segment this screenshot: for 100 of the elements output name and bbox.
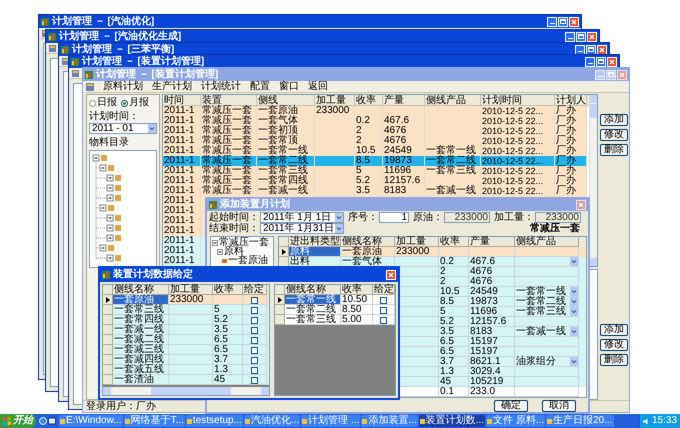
dropdown[interactable]: 一套常三线 (515, 307, 578, 316)
menu-item[interactable]: 窗口 (279, 82, 299, 92)
radio-button[interactable] (121, 100, 128, 106)
taskbar-button[interactable]: 汽油优化... (244, 415, 300, 427)
dropdown[interactable]: 一套减一线 (515, 327, 578, 336)
checkbox[interactable] (251, 306, 258, 314)
table-cell: 一套原油 (113, 295, 169, 305)
app-icon (302, 418, 308, 424)
dropdown-arrow-icon (148, 124, 156, 133)
table-row[interactable]: 一套减四线 3.7 (103, 355, 269, 365)
radio-button[interactable] (89, 100, 96, 106)
dropdown[interactable]: 一套常一线 (515, 287, 578, 296)
menu-item[interactable]: 返回 (308, 82, 328, 92)
checkbox[interactable] (251, 336, 258, 344)
checkbox[interactable] (251, 326, 258, 334)
table-row[interactable]: 一套渣油 45 (103, 375, 269, 385)
taskbar-button[interactable]: 装置计划数... (418, 415, 485, 427)
checkbox[interactable] (380, 296, 387, 304)
expand-icon[interactable] (217, 248, 223, 254)
button[interactable]: 添加 (600, 114, 628, 126)
tree-item[interactable]: 原料 (224, 247, 244, 256)
date-picker[interactable]: 2011年 1月31日 (260, 223, 344, 234)
table-row[interactable]: 2011-1 常减压一套 一套常一线 10.5 24549 一套常一线 2010-12-5 22... 厂办 (163, 146, 589, 156)
table-row[interactable]: 出料 一套气体 0.2 467.6 (279, 257, 586, 267)
table-row[interactable]: 一套减五线 1.3 (103, 365, 269, 375)
table-row[interactable]: 2011-1 常减压一套 一套常顶 2 4676 2010-12-5 22... 厂办 (163, 136, 589, 146)
table-row[interactable]: 一套常二线 8.50 (275, 305, 395, 315)
button[interactable]: 修改 (600, 339, 628, 351)
button[interactable]: 删除 (600, 144, 628, 156)
window-icon[interactable] (48, 417, 56, 425)
unit-heading: 常减压一套 (530, 224, 580, 234)
button[interactable]: 确定 (494, 400, 528, 412)
checkbox[interactable] (251, 346, 258, 354)
table-row[interactable]: 2011-1 常减压一套 一套常三线 5 11696 一套常三线 2010-12-5 22... 厂办 (163, 166, 589, 176)
taskbar-button[interactable]: 文件 原料... (486, 415, 546, 427)
app-icon (61, 46, 69, 54)
window-title: 计划管理 － [汽油优化] (52, 16, 154, 26)
dropdown[interactable]: 一套常二线 (515, 297, 578, 306)
checkbox[interactable] (380, 306, 387, 314)
table-row[interactable]: 一套原油 233000 (103, 295, 269, 305)
table-row[interactable]: 2011-1 常减压一套 一套气体 0.2 467.6 2010-12-5 22... 厂办 (163, 116, 589, 126)
checkbox[interactable] (251, 376, 258, 384)
window-title: 计划管理 － [装置计划管理] (96, 70, 218, 80)
table-cell: 2011-1 (163, 256, 201, 266)
menu-item[interactable]: 配置 (250, 82, 270, 92)
table-cell: 2011-1 (163, 206, 201, 216)
button[interactable]: 删除 (600, 354, 628, 366)
table-row[interactable]: 一套常四线 5.2 (103, 315, 269, 325)
button[interactable]: 修改 (600, 129, 628, 141)
window-title: 装置计划数据给定 (113, 270, 193, 280)
expand-icon[interactable] (212, 240, 218, 246)
app-icon (420, 418, 425, 424)
taskbar-button[interactable]: testsetup... (186, 415, 243, 427)
table-cell: 2011-1 (163, 176, 201, 186)
start-button[interactable]: 开始 (0, 414, 36, 428)
date-picker[interactable]: 2011年 1月 1日 (260, 212, 344, 223)
button[interactable]: 取消 (542, 400, 576, 412)
checkbox[interactable] (251, 366, 258, 374)
table-cell: 2011-1 (163, 166, 201, 176)
tree-item[interactable]: 常减压一套 (219, 238, 269, 247)
checkbox[interactable] (380, 316, 387, 324)
table-cell: 2011-1 (163, 156, 201, 166)
checkbox[interactable] (251, 296, 258, 304)
table-cell: 一套渣油 (113, 375, 169, 385)
app-icon (244, 418, 250, 424)
table-cell: 一套常一线 (285, 295, 341, 305)
table-cell: 一套常三线 (285, 315, 341, 325)
table-row[interactable]: 一套减二线 6.5 (103, 335, 269, 345)
horizontal-scrollbar[interactable] (103, 387, 269, 395)
table-row[interactable]: 2011-1 常减压一套 一套原油 233000 2010-12-5 22... 厂办 (163, 106, 589, 116)
table-row[interactable]: 2011-1 常减压一套 一套初顶 2 4676 2010-12-5 22... 厂办 (163, 126, 589, 136)
dropdown[interactable]: 油浆组分 (515, 357, 578, 366)
table-row[interactable]: 一套减一线 3.5 (103, 325, 269, 335)
menu-item[interactable]: 计划统计 (201, 82, 241, 92)
checkbox[interactable] (251, 316, 258, 324)
input-field[interactable]: 1 (379, 212, 409, 223)
globe-icon[interactable] (39, 417, 47, 425)
dropdown-arrow-icon (335, 224, 343, 233)
taskbar-button[interactable]: E:\Window... (59, 415, 123, 427)
checkbox[interactable] (251, 356, 258, 364)
speaker-icon[interactable] (642, 418, 650, 424)
date-dropdown[interactable]: 2011 - 01 (89, 123, 157, 134)
table-row[interactable]: 一套常三线 5 (103, 305, 269, 315)
table-row[interactable]: 2011-1 常减压一套 一套常二线 8.5 19873 一套常二线 2010-12-5 22... 厂办 (163, 156, 589, 166)
dropdown-arrow-icon (570, 327, 578, 336)
taskbar-button[interactable]: 计划管理 ... (301, 415, 360, 427)
table-row[interactable]: 2011-1 常减压一套 一套常四线 5.2 12157.6 2010-12-5 22... 厂办 (163, 176, 589, 186)
table-row[interactable]: 2011-1 常减压一套 一套减一线 3.5 8183 一套减一线 2010-12-5 22... 厂办 (163, 186, 589, 196)
button[interactable]: 添加 (600, 324, 628, 336)
taskbar-button[interactable]: 添加装置... (361, 415, 418, 427)
vertical-scrollbar[interactable] (589, 95, 597, 266)
taskbar-button[interactable]: 网络基于T... (124, 415, 185, 427)
table-row[interactable]: 原料 一套原油 233000 (279, 247, 586, 257)
menu-item[interactable]: 生产计划 (152, 82, 192, 92)
menu-item[interactable]: 原料计划 (103, 82, 143, 92)
taskbar-button[interactable]: 生产日报20... (546, 415, 614, 427)
table-row[interactable]: 一套常一线 10.50 (275, 295, 395, 305)
table-row[interactable]: 一套常三线 5.00 (275, 315, 395, 325)
tree-item[interactable]: 一套原油 (228, 256, 268, 265)
table-row[interactable]: 一套减三线 6.5 (103, 345, 269, 355)
